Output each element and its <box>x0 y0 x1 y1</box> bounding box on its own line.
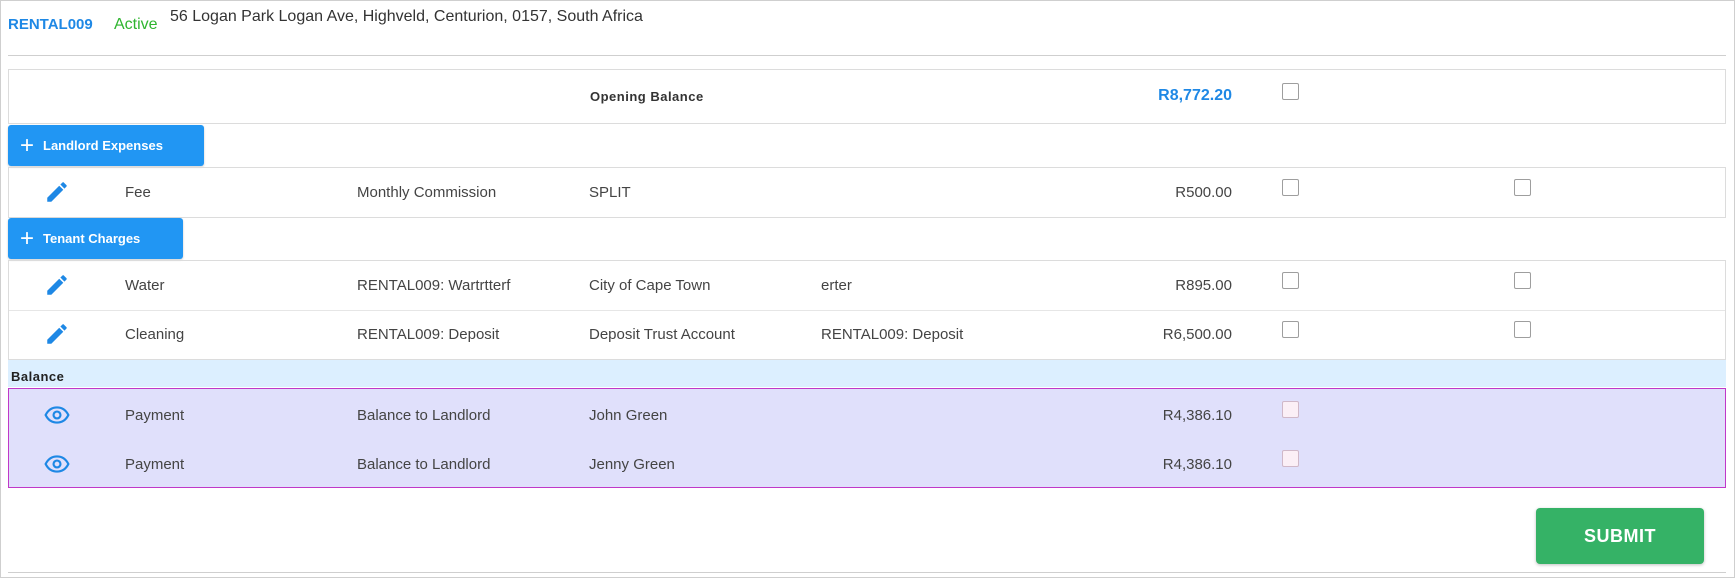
add-tenant-charge-button[interactable]: + Tenant Charges <box>8 218 183 259</box>
row-reference: RENTAL009: Deposit <box>821 326 964 343</box>
opening-balance-row <box>8 69 1726 124</box>
row-checkbox[interactable] <box>1282 321 1299 338</box>
opening-balance-amount: R8,772.20 <box>1158 87 1232 104</box>
property-reference[interactable]: RENTAL009 <box>8 16 93 33</box>
row-checkbox-2[interactable] <box>1514 179 1531 196</box>
row-party: SPLIT <box>589 184 631 201</box>
row-description: RENTAL009: Wartrtterf <box>357 277 511 294</box>
row-amount: R500.00 <box>1175 184 1232 201</box>
balance-band <box>8 360 1726 387</box>
row-checkbox[interactable] <box>1282 401 1299 418</box>
row-description: Monthly Commission <box>357 184 497 201</box>
row-checkbox-2[interactable] <box>1514 272 1531 289</box>
row-party: Jenny Green <box>589 456 675 473</box>
plus-icon: + <box>19 131 34 159</box>
pencil-icon[interactable] <box>44 321 70 347</box>
row-checkbox-2[interactable] <box>1514 321 1531 338</box>
row-description: Balance to Landlord <box>357 456 491 473</box>
row-divider <box>9 310 1725 311</box>
row-party: City of Cape Town <box>589 277 711 294</box>
row-type: Payment <box>125 456 185 473</box>
row-type: Payment <box>125 407 185 424</box>
eye-icon[interactable] <box>44 451 70 477</box>
row-description: RENTAL009: Deposit <box>357 326 500 343</box>
row-party: Deposit Trust Account <box>589 326 735 343</box>
header-divider <box>8 55 1726 56</box>
row-type: Water <box>125 277 165 294</box>
row-checkbox[interactable] <box>1282 179 1299 196</box>
balance-rows-highlight <box>8 388 1726 488</box>
footer-divider <box>8 572 1726 573</box>
row-type: Cleaning <box>125 326 185 343</box>
row-description: Balance to Landlord <box>357 407 491 424</box>
row-reference: erter <box>821 277 852 294</box>
add-landlord-expense-button[interactable]: + Landlord Expenses <box>8 125 204 166</box>
row-type: Fee <box>125 184 151 201</box>
table-row <box>8 167 1726 218</box>
balance-label: Balance <box>11 369 65 384</box>
opening-balance-checkbox[interactable] <box>1282 83 1299 100</box>
plus-icon: + <box>19 224 34 252</box>
row-amount: R6,500.00 <box>1162 326 1232 343</box>
row-party: John Green <box>589 407 668 424</box>
status-badge: Active <box>114 16 158 33</box>
row-checkbox[interactable] <box>1282 450 1299 467</box>
opening-balance-label: Opening Balance <box>590 89 704 104</box>
submit-button[interactable]: SUBMIT <box>1536 508 1704 564</box>
add-landlord-expense-label: Landlord Expenses <box>43 138 163 153</box>
pencil-icon[interactable] <box>44 179 70 205</box>
eye-icon[interactable] <box>44 402 70 428</box>
row-checkbox[interactable] <box>1282 272 1299 289</box>
add-tenant-charge-label: Tenant Charges <box>43 231 141 246</box>
row-amount: R4,386.10 <box>1162 407 1232 424</box>
pencil-icon[interactable] <box>44 272 70 298</box>
row-amount: R4,386.10 <box>1162 456 1232 473</box>
row-amount: R895.00 <box>1175 277 1232 294</box>
property-address: 56 Logan Park Logan Ave, Highveld, Centu… <box>170 8 643 25</box>
